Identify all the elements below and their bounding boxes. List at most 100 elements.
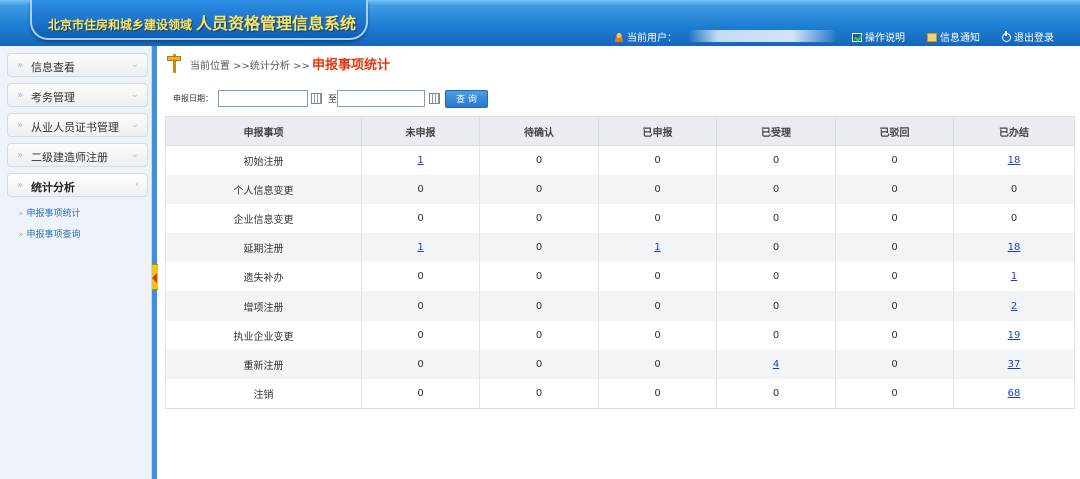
table-cell-count: 4	[716, 349, 836, 379]
table-cell-count: 18	[953, 233, 1075, 263]
table-row: 遗失补办 0 0 0 0 0 1	[165, 262, 1075, 292]
sidebar-subitem-label: 申报事项查询	[26, 230, 81, 240]
table-cell-count: 1	[598, 233, 717, 263]
notifications-link[interactable]: 信息通知	[927, 29, 980, 44]
sidebar-item-exam-management[interactable]: » 考务管理 ⌄	[7, 83, 148, 107]
table-row: 重新注册 0 0 0 4 0 37	[165, 349, 1075, 379]
count-link[interactable]: 18	[1008, 155, 1021, 166]
current-user: 当前用户：	[614, 29, 677, 44]
table-row: 执业企业变更 0 0 0 0 0 19	[165, 320, 1075, 350]
table-cell-count: 0	[479, 145, 599, 175]
sidebar-collapse-handle[interactable]	[152, 264, 158, 290]
signpost-icon	[166, 52, 182, 74]
table-cell-count: 0	[953, 174, 1075, 204]
count-link[interactable]: 19	[1008, 330, 1021, 341]
table-cell-item: 个人信息变更	[165, 174, 362, 204]
column-header: 申报事项	[165, 116, 362, 146]
current-user-name-redacted	[688, 30, 838, 42]
column-header: 未申报	[361, 116, 480, 146]
chevron-down-icon: ⌄	[130, 59, 139, 70]
count-link[interactable]: 18	[1008, 242, 1021, 253]
column-header: 待确认	[479, 116, 599, 146]
report-statistics-table: 申报事项 未申报 待确认 已申报 已受理 已驳回 已办结 初始注册 1 0 0 0 0 18…	[165, 116, 1075, 409]
table-cell-count: 0	[479, 320, 599, 350]
table-cell-count: 0	[361, 174, 480, 204]
table-cell-count: 0	[716, 203, 836, 234]
table-cell-count: 0	[835, 174, 954, 204]
sidebar-item-label: 统计分析	[31, 181, 75, 194]
sidebar-item-constructor-registration[interactable]: » 二级建造师注册 ⌄	[7, 143, 148, 167]
table-cell-count: 1	[361, 145, 480, 175]
top-header: 北京市住房和城乡建设领域 人员资格管理信息系统 当前用户： 操作说明 信息通知 退出登…	[0, 0, 1080, 46]
table-cell-item: 重新注册	[165, 349, 362, 379]
table-cell-count: 0	[479, 379, 599, 409]
system-title-name: 人员资格管理信息系统	[196, 14, 357, 33]
table-cell-count: 0	[716, 174, 836, 204]
table-cell-item: 延期注册	[165, 233, 362, 263]
table-cell-count: 0	[598, 379, 717, 409]
table-body: 初始注册 1 0 0 0 0 18 个人信息变更 0 0 0 0 0 0 企业信息变更 0 0 0 0 0 0 延期注册 1…	[165, 145, 1075, 409]
double-arrow-icon: »	[17, 60, 24, 71]
sidebar-subitem-report-query[interactable]: » 申报事项查询	[18, 227, 81, 240]
table-cell-count: 19	[953, 320, 1075, 350]
table-cell-count: 0	[716, 379, 836, 409]
start-date-input[interactable]	[218, 90, 308, 107]
table-row: 注销 0 0 0 0 0 68	[165, 379, 1075, 409]
table-cell-count: 0	[361, 291, 480, 321]
column-header: 已办结	[953, 116, 1075, 146]
table-cell-count: 0	[361, 379, 480, 409]
count-link[interactable]: 1	[417, 242, 423, 253]
double-arrow-icon: »	[17, 150, 24, 161]
table-cell-count: 0	[835, 145, 954, 175]
table-row: 延期注册 1 0 1 0 0 18	[165, 233, 1075, 263]
table-row: 初始注册 1 0 0 0 0 18	[165, 145, 1075, 175]
count-link[interactable]: 68	[1008, 388, 1021, 399]
help-link-label: 操作说明	[865, 33, 905, 44]
sidebar-item-statistics[interactable]: » 统计分析 ‹	[7, 173, 148, 197]
table-cell-count: 68	[953, 379, 1075, 409]
table-cell-count: 0	[598, 203, 717, 234]
mail-icon	[927, 33, 937, 42]
table-cell-count: 0	[835, 203, 954, 234]
sidebar-item-info-view[interactable]: » 信息查看 ⌄	[7, 53, 148, 77]
chevron-down-icon: ⌄	[130, 149, 139, 160]
count-link[interactable]: 4	[773, 359, 779, 370]
power-icon	[1002, 31, 1011, 42]
table-cell-count: 0	[598, 291, 717, 321]
table-cell-count: 0	[479, 291, 599, 321]
table-cell-count: 0	[361, 349, 480, 379]
sidebar-item-label: 二级建造师注册	[31, 151, 108, 164]
end-date-input[interactable]	[337, 90, 425, 107]
count-link[interactable]: 2	[1011, 301, 1017, 312]
table-cell-count: 0	[716, 145, 836, 175]
calendar-icon[interactable]	[311, 93, 322, 104]
help-link[interactable]: 操作说明	[852, 29, 905, 44]
table-cell-count: 0	[361, 203, 480, 234]
table-cell-item: 遗失补办	[165, 262, 362, 292]
sidebar-item-certificate-management[interactable]: » 从业人员证书管理 ⌄	[7, 113, 148, 137]
query-button[interactable]: 查 询	[445, 90, 488, 108]
column-header: 已申报	[598, 116, 717, 146]
table-row: 个人信息变更 0 0 0 0 0 0	[165, 174, 1075, 204]
double-arrow-icon: »	[18, 209, 24, 219]
double-arrow-icon: »	[17, 180, 24, 191]
sidebar-divider	[152, 46, 157, 479]
user-icon	[614, 32, 624, 42]
logout-link[interactable]: 退出登录	[1002, 29, 1054, 44]
table-cell-count: 0	[598, 320, 717, 350]
table-cell-count: 0	[835, 262, 954, 292]
calendar-icon[interactable]	[429, 93, 440, 104]
count-link[interactable]: 37	[1008, 359, 1021, 370]
chevron-down-icon: ⌄	[130, 119, 139, 130]
double-arrow-icon: »	[18, 230, 24, 240]
table-cell-count: 0	[598, 262, 717, 292]
table-cell-count: 0	[598, 349, 717, 379]
table-cell-item: 注销	[165, 379, 362, 409]
count-link[interactable]: 1	[417, 155, 423, 166]
column-header: 已驳回	[835, 116, 954, 146]
sidebar-subitem-report-statistics[interactable]: » 申报事项统计	[18, 206, 81, 219]
header-links: 操作说明 信息通知 退出登录	[852, 29, 1054, 44]
table-cell-count: 37	[953, 349, 1075, 379]
count-link[interactable]: 1	[654, 242, 660, 253]
count-link[interactable]: 1	[1011, 271, 1017, 282]
